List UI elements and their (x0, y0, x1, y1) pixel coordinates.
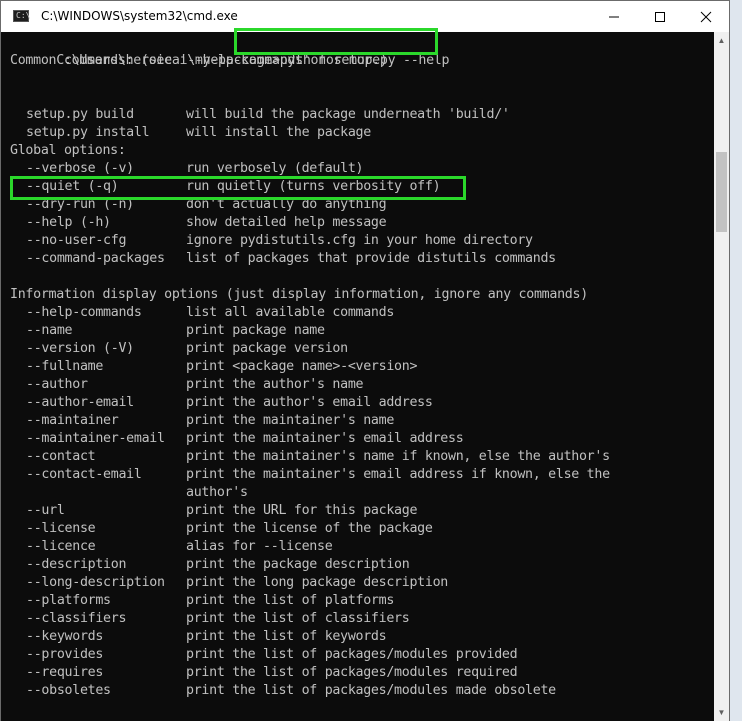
option-description: alias for --license (186, 539, 333, 554)
option-flag: --provides (26, 647, 104, 662)
option-description: print the list of packages/modules provi… (186, 647, 518, 662)
option-description: author's (186, 485, 248, 500)
option-flag: --licence (26, 539, 96, 554)
option-flag: --dry-run (-n) (26, 197, 134, 212)
vertical-scrollbar[interactable]: ▲ ▼ (714, 32, 729, 721)
option-description: print the maintainer's name if known, el… (186, 449, 610, 464)
option-flag: --author-email (26, 395, 134, 410)
option-flag: --classifiers (26, 611, 127, 626)
option-flag: --long-description (26, 575, 165, 590)
option-description: print package version (186, 341, 348, 356)
option-description: show detailed help message (186, 215, 387, 230)
option-flag: --maintainer-email (26, 431, 165, 446)
option-description: print package name (186, 323, 325, 338)
option-flag: --version (-V) (26, 341, 134, 356)
option-description: print the author's email address (186, 395, 433, 410)
option-flag: --quiet (-q) (26, 179, 119, 194)
option-description: print the list of packages/modules requi… (186, 665, 518, 680)
console-output[interactable]: C:\Users\heroicai\my-package>python setu… (1, 32, 714, 721)
close-icon (700, 11, 712, 22)
common-command-row: setup.py install will install the package (26, 125, 371, 140)
option-flag: --contact (26, 449, 96, 464)
option-description: print the URL for this package (186, 503, 418, 518)
window-title: C:\WINDOWS\system32\cmd.exe (41, 9, 238, 23)
option-flag: --url (26, 503, 65, 518)
close-button[interactable] (683, 1, 729, 32)
option-description: print the author's name (186, 377, 364, 392)
option-flag: --platforms (26, 593, 111, 608)
scrollbar-thumb[interactable] (716, 152, 727, 232)
desktop-background (730, 0, 742, 721)
option-flag: --no-user-cfg (26, 233, 127, 248)
option-description: print the list of keywords (186, 629, 387, 644)
minimize-button[interactable] (591, 1, 637, 32)
option-description: print the maintainer's email address (186, 431, 464, 446)
scroll-up-arrow-icon[interactable]: ▲ (714, 32, 729, 49)
option-description: print the list of classifiers (186, 611, 410, 626)
option-description: list of packages that provide distutils … (186, 251, 556, 266)
common-command-row: setup.py build will build the package und… (26, 107, 510, 122)
option-flag: --author (26, 377, 88, 392)
option-flag: --keywords (26, 629, 104, 644)
option-flag: --verbose (-v) (26, 161, 134, 176)
minimize-icon (609, 16, 619, 17)
option-flag: --requires (26, 665, 104, 680)
maximize-icon (655, 11, 665, 22)
option-description: list all available commands (186, 305, 395, 320)
option-description: print the license of the package (186, 521, 433, 536)
option-flag: --fullname (26, 359, 104, 374)
option-flag: --help-commands (26, 305, 142, 320)
scroll-down-arrow-icon[interactable]: ▼ (714, 704, 729, 721)
option-description: print the list of platforms (186, 593, 395, 608)
option-flag: --contact-email (26, 467, 142, 482)
option-flag: --description (26, 557, 127, 572)
cmd-window: C:\ C:\WINDOWS\system32\cmd.exe C:\Users… (0, 0, 730, 721)
prompt-line: C:\Users\heroicai\my-package>python setu… (10, 34, 449, 68)
option-flag: --command-packages (26, 251, 165, 266)
option-description: don't actually do anything (186, 197, 387, 212)
common-commands-header: Common commands: (see '--help-commands' … (10, 53, 388, 68)
title-bar[interactable]: C:\ C:\WINDOWS\system32\cmd.exe (1, 1, 729, 32)
maximize-button[interactable] (637, 1, 683, 32)
option-description: print the long package description (186, 575, 448, 590)
option-description: print the list of packages/modules made … (186, 683, 556, 698)
option-description: run verbosely (default) (186, 161, 364, 176)
info-options-header: Information display options (just displa… (10, 287, 588, 302)
option-flag: --maintainer (26, 413, 119, 428)
option-flag: --help (-h) (26, 215, 111, 230)
option-description: run quietly (turns verbosity off) (186, 179, 441, 194)
option-flag: --license (26, 521, 96, 536)
option-description: print the maintainer's name (186, 413, 395, 428)
option-description: print the package description (186, 557, 410, 572)
option-description: ignore pydistutils.cfg in your home dire… (186, 233, 533, 248)
cmd-icon: C:\ (13, 10, 30, 22)
option-flag: --obsoletes (26, 683, 111, 698)
option-flag: --name (26, 323, 73, 338)
option-description: print <package name>-<version> (186, 359, 418, 374)
option-description: print the maintainer's email address if … (186, 467, 610, 482)
global-options-header: Global options: (10, 143, 126, 158)
